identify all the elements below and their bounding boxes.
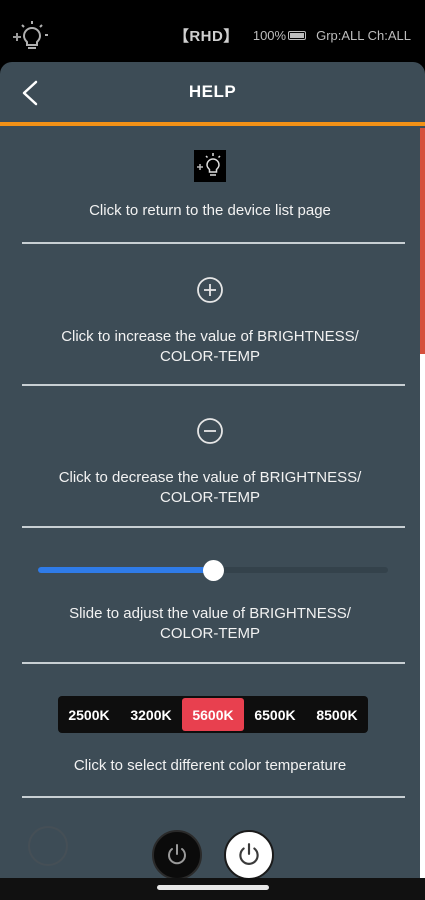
- slider-thumb[interactable]: [203, 560, 224, 581]
- screen: 【RHD】 100% Grp:ALL Ch:ALL HELP Click to …: [0, 0, 425, 900]
- help-item-increase: Click to increase the value of BRIGHTNES…: [0, 276, 420, 367]
- color-temp-option-3200k[interactable]: 3200K: [120, 696, 182, 733]
- color-temp-option-6500k[interactable]: 6500K: [244, 696, 306, 733]
- home-indicator[interactable]: [157, 885, 269, 890]
- plus-circle-icon: [197, 277, 223, 303]
- battery-status: 100%: [252, 28, 307, 43]
- help-item-slider: Slide to adjust the value of BRIGHTNESS/…: [0, 604, 420, 644]
- background-button-ghost: [28, 826, 68, 866]
- battery-level: 100%: [252, 28, 287, 43]
- power-off-button[interactable]: [152, 830, 202, 880]
- help-item-color-temp: Click to select different color temperat…: [0, 756, 420, 776]
- divider: [22, 796, 405, 798]
- color-temp-option-5600k[interactable]: 5600K: [182, 698, 244, 731]
- power-icon: [239, 843, 259, 865]
- divider: [22, 242, 405, 244]
- bulb-icon[interactable]: [12, 20, 52, 52]
- top-status-bar: 【RHD】 100% Grp:ALL Ch:ALL: [0, 0, 425, 68]
- help-item-decrease: Click to decrease the value of BRIGHTNES…: [0, 417, 420, 508]
- group-channel: Grp:ALL Ch:ALL: [316, 28, 411, 43]
- power-icon: [168, 844, 186, 865]
- help-text: Click to return to the device list page: [89, 202, 331, 219]
- divider: [22, 384, 405, 386]
- device-label: 【RHD】: [173, 28, 239, 45]
- status-info: 【RHD】 100% Grp:ALL Ch:ALL: [174, 25, 411, 46]
- slider-fill: [38, 567, 213, 573]
- scrollbar-track: [420, 354, 425, 882]
- color-temp-option-2500k[interactable]: 2500K: [58, 696, 120, 733]
- color-temp-selector: 2500K 3200K 5600K 6500K 8500K: [58, 696, 368, 733]
- panel-header: HELP: [0, 62, 425, 124]
- help-text: Click to select different color temperat…: [73, 757, 347, 774]
- help-item-device-list: Click to return to the device list page: [0, 150, 420, 221]
- help-text: Click to decrease the value of BRIGHTNES…: [58, 469, 362, 506]
- page-title: HELP: [188, 82, 237, 101]
- brightness-slider[interactable]: [38, 558, 388, 582]
- help-panel: HELP Click to return to the device list …: [0, 62, 425, 882]
- accent-line: [0, 122, 425, 126]
- divider: [22, 662, 405, 664]
- bulb-icon: [194, 150, 226, 182]
- power-on-button[interactable]: [224, 830, 274, 880]
- color-temp-option-8500k[interactable]: 8500K: [306, 696, 368, 733]
- help-text: Slide to adjust the value of BRIGHTNESS/…: [69, 605, 351, 642]
- help-text: Click to increase the value of BRIGHTNES…: [61, 328, 359, 365]
- scrollbar-thumb[interactable]: [420, 128, 425, 354]
- minus-circle-icon: [197, 418, 223, 444]
- battery-icon: [288, 31, 307, 40]
- divider: [22, 526, 405, 528]
